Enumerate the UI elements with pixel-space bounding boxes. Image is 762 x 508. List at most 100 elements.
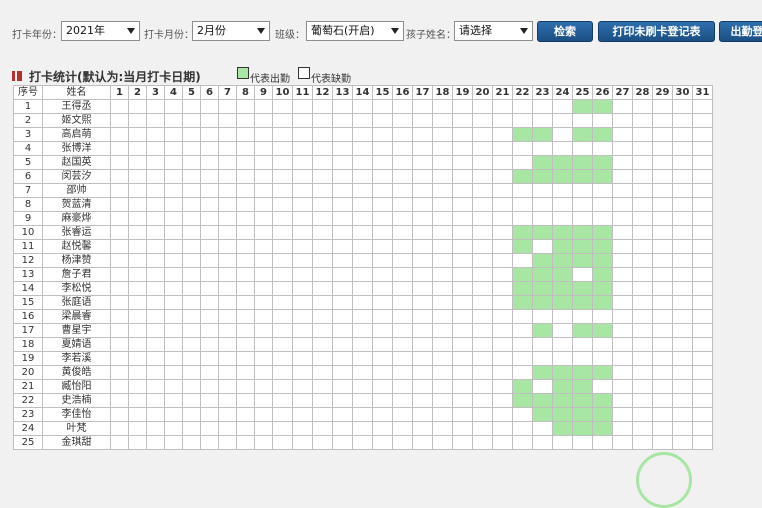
day-cell-absent	[492, 183, 513, 198]
day-cell-absent	[352, 113, 373, 128]
day-cell-absent	[432, 421, 453, 436]
export-attendance-button[interactable]: 出勤登	[719, 21, 762, 42]
day-cell-absent	[392, 239, 413, 254]
day-cell-absent	[692, 379, 713, 394]
day-cell-absent	[672, 169, 693, 184]
child-name: 黄俊皓	[42, 365, 111, 380]
day-cell-absent	[672, 323, 693, 338]
row-number: 3	[13, 127, 43, 142]
day-cell-absent	[352, 141, 373, 156]
day-cell-absent	[612, 183, 633, 198]
day-cell-present	[532, 407, 553, 422]
day-cell-absent	[452, 127, 473, 142]
day-cell-absent	[128, 407, 147, 422]
day-cell-absent	[352, 407, 373, 422]
child-select[interactable]: 请选择	[454, 21, 533, 41]
day-cell-absent	[110, 169, 129, 184]
day-cell-absent	[164, 113, 183, 128]
day-cell-absent	[492, 99, 513, 114]
day-cell-absent	[272, 435, 293, 450]
day-cell-present	[572, 393, 593, 408]
day-cell-absent	[552, 211, 573, 226]
day-cell-absent	[412, 267, 433, 282]
day-cell-absent	[532, 197, 553, 212]
day-cell-absent	[110, 393, 129, 408]
day-cell-absent	[552, 127, 573, 142]
class-select[interactable]: 葡萄石(开启)	[306, 21, 404, 41]
day-cell-absent	[182, 379, 201, 394]
day-cell-absent	[492, 113, 513, 128]
loading-spinner	[636, 452, 692, 508]
day-cell-absent	[164, 309, 183, 324]
day-cell-absent	[352, 323, 373, 338]
day-cell-absent	[452, 183, 473, 198]
day-cell-absent	[372, 407, 393, 422]
day-cell-absent	[452, 295, 473, 310]
day-cell-absent	[472, 435, 493, 450]
child-name: 梁晨睿	[42, 309, 111, 324]
day-cell-absent	[146, 155, 165, 170]
print-unswiped-register-button[interactable]: 打印未刷卡登记表	[598, 21, 715, 42]
day-cell-absent	[128, 225, 147, 240]
day-cell-absent	[492, 155, 513, 170]
day-cell-present	[532, 323, 553, 338]
day-cell-absent	[352, 351, 373, 366]
day-cell-absent	[572, 435, 593, 450]
day-cell-absent	[652, 351, 673, 366]
search-button[interactable]: 检索	[537, 21, 593, 42]
day-cell-absent	[492, 365, 513, 380]
section-marker-icon	[12, 71, 22, 81]
day-cell-absent	[652, 421, 673, 436]
day-cell-absent	[272, 141, 293, 156]
day-cell-absent	[412, 295, 433, 310]
day-cell-absent	[392, 393, 413, 408]
month-select[interactable]: 2月份	[192, 21, 270, 41]
year-select[interactable]: 2021年	[61, 21, 140, 41]
day-cell-absent	[332, 351, 353, 366]
day-cell-absent	[272, 337, 293, 352]
day-cell-absent	[146, 435, 165, 450]
day-cell-absent	[472, 225, 493, 240]
day-cell-absent	[332, 337, 353, 352]
day-cell-absent	[692, 197, 713, 212]
year-select-value: 2021年	[66, 24, 105, 37]
header-day: 25	[572, 85, 593, 100]
day-cell-absent	[432, 393, 453, 408]
day-cell-absent	[352, 379, 373, 394]
day-cell-absent	[218, 99, 237, 114]
day-cell-absent	[692, 141, 713, 156]
header-day: 27	[612, 85, 633, 100]
day-cell-absent	[572, 309, 593, 324]
day-cell-absent	[164, 435, 183, 450]
day-cell-absent	[652, 127, 673, 142]
day-cell-absent	[452, 113, 473, 128]
day-cell-absent	[292, 211, 313, 226]
day-cell-absent	[392, 365, 413, 380]
header-day: 14	[352, 85, 373, 100]
day-cell-absent	[128, 267, 147, 282]
day-cell-absent	[632, 393, 653, 408]
child-name: 麻豪烨	[42, 211, 111, 226]
day-cell-absent	[292, 295, 313, 310]
day-cell-absent	[492, 407, 513, 422]
day-cell-absent	[652, 365, 673, 380]
day-cell-absent	[432, 351, 453, 366]
day-cell-present	[552, 421, 573, 436]
day-cell-present	[592, 295, 613, 310]
day-cell-absent	[532, 211, 553, 226]
day-cell-absent	[652, 113, 673, 128]
day-cell-absent	[432, 197, 453, 212]
day-cell-present	[512, 225, 533, 240]
day-cell-absent	[612, 351, 633, 366]
day-cell-absent	[652, 253, 673, 268]
day-cell-absent	[372, 169, 393, 184]
day-cell-absent	[332, 127, 353, 142]
day-cell-absent	[532, 99, 553, 114]
day-cell-absent	[272, 183, 293, 198]
day-cell-absent	[672, 295, 693, 310]
day-cell-absent	[146, 197, 165, 212]
day-cell-absent	[512, 211, 533, 226]
day-cell-absent	[312, 99, 333, 114]
day-cell-absent	[552, 309, 573, 324]
day-cell-absent	[254, 295, 273, 310]
